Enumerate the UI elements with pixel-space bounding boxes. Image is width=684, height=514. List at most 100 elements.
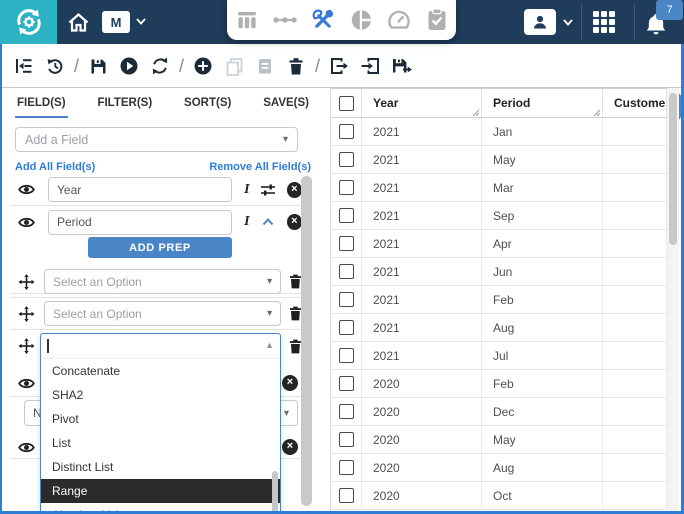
row-checkbox[interactable] — [339, 180, 354, 195]
columns-icon[interactable] — [234, 7, 260, 33]
dropdown-option[interactable]: SHA2 — [41, 383, 280, 407]
chevron-down-icon[interactable] — [136, 18, 146, 25]
run-icon[interactable] — [118, 55, 140, 77]
app-window: M 7 — [0, 0, 684, 514]
chevron-up-icon[interactable]: ▴ — [267, 340, 272, 351]
visibility-icon[interactable] — [18, 183, 35, 196]
chevron-down-icon: ▾ — [267, 276, 272, 287]
cell-customer — [603, 314, 667, 341]
tools-icon[interactable] — [310, 7, 336, 33]
toolbar-divider: / — [179, 56, 184, 77]
column-header-customer[interactable]: Customer Con — [603, 89, 667, 117]
row-checkbox[interactable] — [339, 264, 354, 279]
remove-field-icon[interactable]: × — [287, 182, 302, 198]
move-icon[interactable] — [18, 306, 35, 322]
cell-period: May — [482, 146, 603, 173]
import-icon[interactable] — [359, 55, 381, 77]
collapse-prep-icon[interactable] — [260, 218, 277, 226]
remove-all-fields-link[interactable]: Remove All Field(s) — [209, 161, 311, 173]
clipboard-check-icon[interactable] — [424, 7, 450, 33]
app-logo[interactable] — [0, 0, 57, 44]
remove-field-icon[interactable]: × — [282, 375, 298, 391]
dropdown-option[interactable]: Pivot — [41, 407, 280, 431]
panel-scrollbar[interactable] — [301, 176, 312, 506]
remove-field-icon[interactable]: × — [282, 439, 298, 455]
cell-customer — [603, 398, 667, 425]
column-header-year[interactable]: Year — [362, 89, 482, 117]
add-circle-icon[interactable] — [192, 55, 214, 77]
cell-period: Feb — [482, 370, 603, 397]
row-checkbox[interactable] — [339, 124, 354, 139]
row-checkbox[interactable] — [339, 348, 354, 363]
save-icon[interactable] — [87, 55, 109, 77]
indent-icon[interactable] — [13, 55, 35, 77]
prep-option-select[interactable]: Select an Option ▾ — [44, 301, 281, 326]
refresh-icon[interactable] — [149, 55, 171, 77]
flow-icon[interactable] — [272, 7, 298, 33]
tab-sorts[interactable]: SORT(S) — [182, 93, 233, 118]
visibility-icon[interactable] — [18, 441, 35, 454]
dropdown-scrollbar-thumb[interactable] — [272, 471, 278, 513]
row-checkbox[interactable] — [339, 488, 354, 503]
apps-grid-button[interactable] — [592, 11, 616, 33]
tab-filters[interactable]: FILTER(S) — [95, 93, 154, 118]
tab-saves[interactable]: SAVE(S) — [261, 93, 311, 118]
visibility-icon[interactable] — [18, 216, 35, 229]
move-icon[interactable] — [18, 274, 35, 290]
dropdown-option[interactable]: Range — [41, 479, 280, 503]
copy-icon — [223, 55, 245, 77]
dropdown-option[interactable]: Distinct List — [41, 455, 280, 479]
tab-fields[interactable]: FIELD(S) — [15, 93, 68, 118]
cell-period: Apr — [482, 230, 603, 257]
remove-field-icon[interactable]: × — [287, 214, 302, 230]
export-icon[interactable] — [328, 55, 350, 77]
dropdown-option[interactable]: Concatenate — [41, 359, 280, 383]
text-caret — [47, 339, 49, 353]
chevron-down-icon[interactable] — [563, 19, 573, 26]
row-checkbox[interactable] — [339, 460, 354, 475]
row-checkbox[interactable] — [339, 152, 354, 167]
navbar-divider — [581, 4, 582, 40]
format-italic-icon[interactable]: I — [244, 182, 249, 198]
add-prep-button[interactable]: ADD PREP — [88, 237, 232, 258]
workspace-menu-button[interactable]: M — [102, 11, 130, 33]
visualization-toolbar — [227, 0, 456, 40]
dropdown-search-input[interactable]: ▴ — [41, 334, 280, 359]
save-as-icon[interactable] — [390, 55, 412, 77]
visibility-icon[interactable] — [18, 377, 35, 390]
move-icon[interactable] — [18, 338, 35, 354]
row-checkbox[interactable] — [339, 404, 354, 419]
tune-icon[interactable] — [260, 183, 277, 197]
cell-year: 2021 — [362, 202, 482, 229]
format-italic-icon[interactable]: I — [244, 214, 249, 230]
home-button[interactable] — [63, 8, 93, 36]
table-row: 2021Feb — [331, 286, 667, 314]
row-checkbox[interactable] — [339, 320, 354, 335]
prep-option-select[interactable]: Select an Option ▾ — [44, 269, 281, 294]
add-all-fields-link[interactable]: Add All Field(s) — [15, 161, 95, 173]
table-scrollbar[interactable] — [667, 88, 679, 512]
dropdown-option[interactable]: List — [41, 431, 280, 455]
field-name-input[interactable] — [48, 210, 232, 235]
column-resize-handle[interactable] — [470, 107, 479, 116]
scrollbar-thumb[interactable] — [669, 93, 677, 245]
column-resize-handle[interactable] — [591, 107, 600, 116]
column-header-period[interactable]: Period — [482, 89, 603, 117]
history-icon[interactable] — [44, 55, 66, 77]
row-checkbox[interactable] — [339, 208, 354, 223]
gauge-icon[interactable] — [386, 7, 412, 33]
workspace-menu-label: M — [111, 15, 122, 30]
add-field-select[interactable]: Add a Field ▾ — [15, 127, 298, 152]
user-menu-button[interactable] — [524, 9, 556, 35]
delete-icon[interactable] — [285, 55, 307, 77]
select-all-checkbox[interactable] — [339, 96, 354, 111]
field-name-input[interactable] — [48, 177, 232, 202]
scrollbar-thumb[interactable] — [301, 176, 312, 506]
row-checkbox[interactable] — [339, 292, 354, 307]
row-checkbox[interactable] — [339, 432, 354, 447]
cell-year: 2020 — [362, 454, 482, 481]
row-checkbox[interactable] — [339, 376, 354, 391]
pie-chart-icon[interactable] — [348, 7, 374, 33]
notification-badge[interactable]: 7 — [656, 0, 683, 20]
row-checkbox[interactable] — [339, 236, 354, 251]
